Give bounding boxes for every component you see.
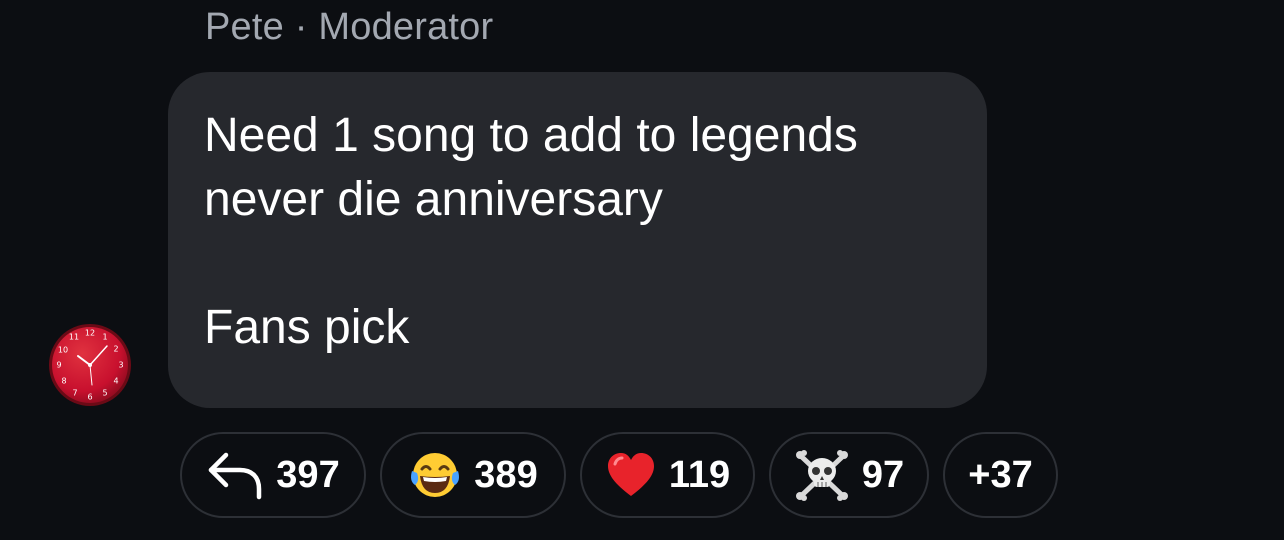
- sender-name[interactable]: Pete: [205, 6, 284, 48]
- svg-text:9: 9: [56, 361, 61, 370]
- message-text: Need 1 song to add to legends never die …: [204, 109, 858, 354]
- svg-text:11: 11: [69, 333, 79, 342]
- svg-text:3: 3: [118, 361, 123, 370]
- svg-text:2: 2: [113, 345, 118, 354]
- svg-text:10: 10: [58, 346, 68, 355]
- more-reactions-button[interactable]: +37: [943, 432, 1058, 518]
- reaction-heart-button[interactable]: 119: [580, 432, 755, 518]
- sender-role: Moderator: [318, 6, 494, 48]
- reply-count: 397: [276, 453, 340, 496]
- reaction-heart-count: 119: [668, 453, 731, 496]
- red-heart-emoji-icon: [605, 450, 657, 500]
- reaction-skull-count: 97: [861, 453, 905, 496]
- svg-text:7: 7: [72, 389, 77, 398]
- reaction-laugh-button[interactable]: 389: [380, 432, 566, 518]
- svg-text:1: 1: [102, 333, 107, 342]
- red-wall-clock-icon: 12 1 2 3 4 5 6 7 8 9 10 11: [49, 324, 131, 406]
- svg-text:5: 5: [102, 389, 107, 398]
- sender-line: Pete · Moderator: [205, 6, 493, 49]
- reaction-laugh-count: 389: [474, 453, 538, 496]
- tears-of-joy-emoji-icon: [408, 449, 462, 501]
- svg-text:8: 8: [61, 377, 66, 386]
- skull-crossbones-emoji-icon: [794, 449, 850, 501]
- svg-text:4: 4: [113, 377, 118, 386]
- reactions-bar: 397 389 119 97 +37: [180, 432, 1058, 518]
- avatar[interactable]: 12 1 2 3 4 5 6 7 8 9 10 11: [48, 323, 132, 407]
- message-bubble[interactable]: Need 1 song to add to legends never die …: [168, 72, 987, 408]
- svg-text:12: 12: [85, 329, 95, 338]
- sender-separator: ·: [294, 6, 308, 48]
- more-reactions-count: +37: [968, 453, 1033, 496]
- reply-arrow-icon: [206, 449, 264, 501]
- reaction-skull-button[interactable]: 97: [769, 432, 929, 518]
- message-view: Pete · Moderator 12 1 2 3 4 5 6 7 8 9 10…: [0, 0, 1284, 540]
- svg-text:6: 6: [87, 393, 92, 402]
- reply-count-button[interactable]: 397: [180, 432, 366, 518]
